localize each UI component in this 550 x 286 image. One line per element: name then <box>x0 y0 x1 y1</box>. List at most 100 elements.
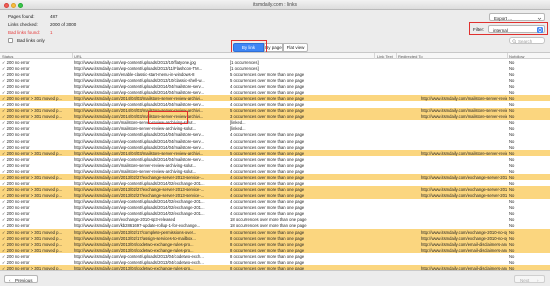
status-cell: ✓ 200 no error <box>2 199 30 205</box>
nofollow-cell: No <box>509 259 515 265</box>
next-button[interactable]: Next › <box>514 275 545 283</box>
select-arrows-icon <box>537 27 543 33</box>
column-header-link-text[interactable]: Link Text <box>377 54 393 59</box>
link-text-cell: 8 occurrences over more than one page <box>230 229 305 235</box>
status-cell: ✓ 200 no error <box>2 126 30 132</box>
status-cell: ✓ 200 no error <box>2 259 30 265</box>
column-header-url[interactable]: URL <box>74 54 82 59</box>
view-flat-button[interactable]: Flat view <box>283 43 308 52</box>
status-cell: ✓ 200 no error <box>2 120 30 126</box>
link-text-cell: 3 occurrences over more than one page <box>230 114 305 120</box>
status-cell: ✓ 200 no error <box>2 168 30 174</box>
table-body: ✓ 200 no error http://www.itsmdaily.com/w… <box>0 59 550 271</box>
chevron-down-icon <box>537 17 542 20</box>
nofollow-cell: No <box>509 156 515 162</box>
bad-links-only-checkbox[interactable] <box>8 38 13 43</box>
nofollow-cell: No <box>509 71 515 77</box>
status-cell: ✓ 200 no error <box>2 132 30 138</box>
link-text-cell: 4 occurrences over more than one page <box>230 174 305 180</box>
nofollow-cell: No <box>509 247 515 253</box>
bad-links-only-label: Bad links only <box>17 38 45 43</box>
link-text-cell: 4 occurrences over more than one page <box>230 83 305 89</box>
export-button[interactable]: Export ... <box>489 13 545 21</box>
search-placeholder: Search <box>518 39 533 44</box>
status-cell: ✓ 200 no error <box>2 59 30 65</box>
status-cell: ✓ 200 no error <box>2 102 30 108</box>
link-text-cell: 4 occurrences over more than one page <box>230 138 305 144</box>
status-cell: ✓ 200 no error > 301 moved p... <box>2 108 62 114</box>
status-cell: ✓ 200 no error <box>2 89 30 95</box>
link-text-cell: 4 occurrences over more than one page <box>230 180 305 186</box>
search-icon <box>512 39 517 44</box>
stat-label: Pages found: <box>8 14 35 19</box>
url-cell: http://www.itsmdaily.com/wp-content/uplo… <box>74 102 204 108</box>
status-cell: ✓ 200 no error <box>2 162 30 168</box>
nofollow-cell: No <box>509 187 515 193</box>
redirect-cell: http://www.itsmdaily.com/exchange-server… <box>421 193 507 199</box>
url-cell: http://www.itsmdaily.com/wp-content/uplo… <box>74 83 204 89</box>
status-cell: ✓ 200 no error > 301 moved p... <box>2 247 62 253</box>
status-cell: ✓ 200 no error <box>2 77 30 83</box>
stat-pages-found: Pages found: 487 <box>8 13 148 21</box>
url-cell: http://www.itsmdaily.com/wp-content/uplo… <box>74 132 204 138</box>
search-field[interactable]: Search <box>509 37 545 44</box>
link-text-cell: 4 occurrences over more than one page <box>230 89 305 95</box>
column-header-redirected-to[interactable]: Redirected To <box>398 54 423 59</box>
redirect-cell: http://www.itsmdaily.com/mailstore-serve… <box>421 114 507 120</box>
next-label: Next <box>520 277 530 283</box>
redirect-cell: http://www.itsmdaily.com/exchange-server… <box>421 187 507 193</box>
link-text-cell: 4 occurrences over more than one page <box>230 199 305 205</box>
url-cell: http://www.itsmdaily.com/mailstore-serve… <box>74 126 197 132</box>
nofollow-cell: No <box>509 150 515 156</box>
status-cell: ✓ 200 no error <box>2 65 30 71</box>
redirect-cell: http://www.itsmdaily.com/exchange-2010-n… <box>421 235 507 241</box>
url-cell: http://www.itsmdaily.com/wp-content/uplo… <box>74 205 205 211</box>
nofollow-cell: No <box>509 162 515 168</box>
nofollow-cell: No <box>509 132 515 138</box>
link-text-cell: 5 occurrences over more than one page <box>230 108 305 114</box>
url-cell: http://www.itsmdaily.com/2014/04/03/mail… <box>74 150 204 156</box>
link-text-cell: 4 occurrences over more than one page <box>230 156 305 162</box>
filter-select[interactable]: internal <box>488 25 545 33</box>
url-cell: http://www.itsmdaily.com/2013/02/27/exch… <box>74 193 205 199</box>
link-text-cell: [linked... <box>230 120 246 126</box>
status-cell: ✓ 200 no error <box>2 180 30 186</box>
nofollow-cell: No <box>509 59 515 65</box>
nofollow-cell: No <box>509 102 515 108</box>
nofollow-cell: No <box>509 126 515 132</box>
url-cell: http://www.itsmdaily.com/mailstore-serve… <box>74 162 197 168</box>
link-text-cell: 4 occurrences over more than one page <box>230 162 305 168</box>
nofollow-cell: No <box>509 174 515 180</box>
status-cell: ✓ 200 no error > 301 moved p... <box>2 114 62 120</box>
redirect-cell: http://www.itsmdaily.com/mailstore-serve… <box>421 108 507 114</box>
url-cell: http://www.itsmdaily.com/wp-content/uplo… <box>74 180 205 186</box>
links-table: Status URL Link Text Redirected To Nofol… <box>0 52 550 271</box>
link-text-cell: 5 occurrences over more than one page <box>230 77 305 83</box>
link-text-cell: 4 occurrences over more than one page <box>230 132 305 138</box>
status-cell: ✓ 200 no error <box>2 138 30 144</box>
nofollow-cell: No <box>509 193 515 199</box>
link-text-cell: [linked... <box>230 126 246 132</box>
url-cell: http://www.itsmdaily.com/exchange-2010-s… <box>74 217 176 223</box>
column-header-status[interactable]: Status <box>2 54 13 59</box>
link-text-cell: 4 occurrences over more than one page <box>230 102 305 108</box>
column-header-nofollow[interactable]: Nofollow <box>509 54 524 59</box>
status-cell: ✓ 200 no error <box>2 156 30 162</box>
scan-stats: Pages found: 487 Links checked: 2000 of … <box>8 13 148 37</box>
status-cell: ✓ 200 no error > 301 moved p... <box>2 229 62 235</box>
url-cell: http://www.itsmdaily.com/wp-content/uplo… <box>74 89 204 95</box>
link-text-cell: 4 occurrences over more than one page <box>230 193 305 199</box>
status-cell: ✓ 200 no error <box>2 83 30 89</box>
link-text-cell: 5 occurrences over more than one page <box>230 96 305 101</box>
link-text-cell: 4 occurrences over more than one page <box>230 187 305 193</box>
link-text-cell: 8 occurrences over more than one page <box>230 241 305 247</box>
url-cell: http://www.itsmdaily.com/wp-content/uplo… <box>74 144 204 150</box>
url-cell: http://www.itsmdaily.com/2013/04/codetwo… <box>74 247 194 253</box>
status-cell: ✓ 200 no error > 301 moved p... <box>2 241 62 247</box>
status-cell: ✓ 200 no error > 301 moved p... <box>2 235 62 241</box>
nofollow-cell: No <box>509 144 515 150</box>
chevron-left-icon: ‹ <box>9 277 11 283</box>
previous-button[interactable]: ‹ Previous <box>4 275 38 283</box>
link-text-cell: 4 occurrences over more than one page <box>230 144 305 150</box>
status-cell: ✓ 200 no error <box>2 71 30 77</box>
